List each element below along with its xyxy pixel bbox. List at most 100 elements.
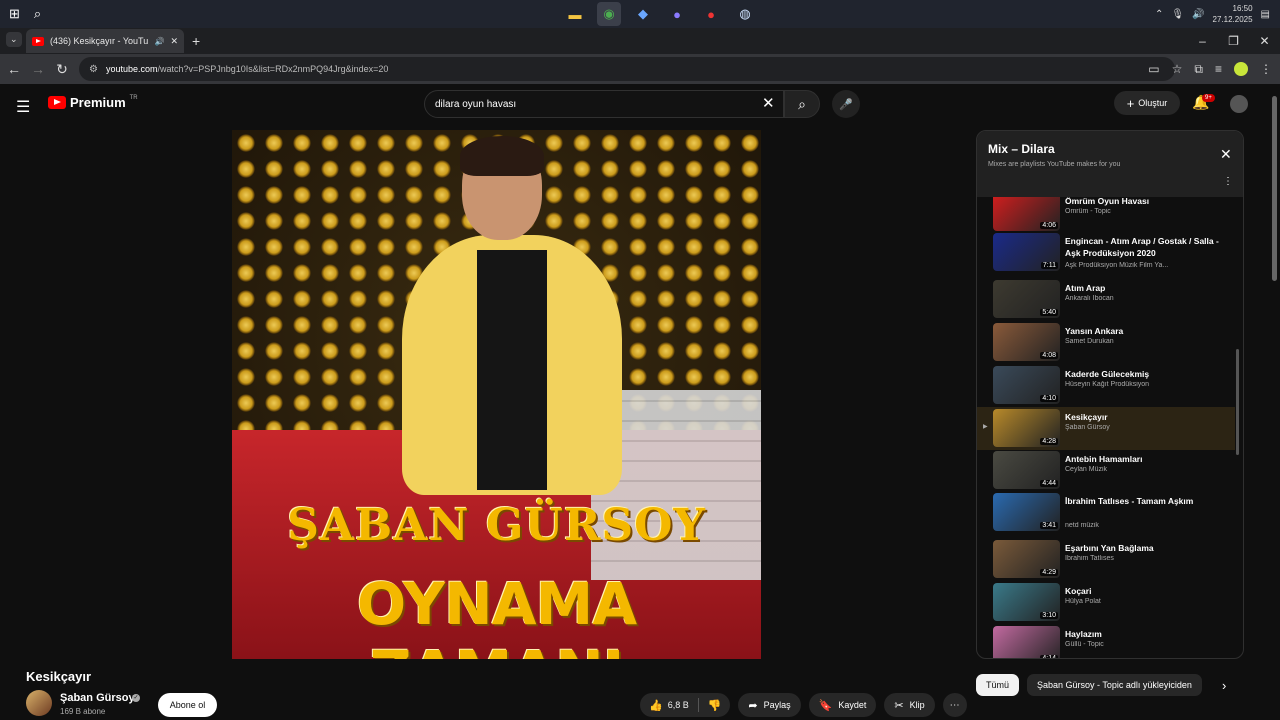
playlist-item-thumbnail[interactable]: 3:10 <box>993 583 1060 621</box>
chrome-icon[interactable]: ◉ <box>597 2 621 26</box>
microphone-icon[interactable]: 🎙 <box>1171 9 1184 20</box>
channel-name[interactable]: Şaban Gürsoy <box>60 692 135 704</box>
close-tab-icon[interactable]: ✕ <box>170 36 178 47</box>
steam-icon[interactable]: ◍ <box>733 2 757 26</box>
playlist-item[interactable]: 5:40 Atım Arap Ankaralı İbocan <box>977 278 1235 321</box>
close-playlist-icon[interactable]: ✕ <box>1220 146 1232 163</box>
site-info-icon[interactable]: ⚙ <box>89 64 98 75</box>
voice-search-button[interactable]: 🎤 <box>832 90 860 118</box>
app-icon[interactable]: ◆ <box>631 2 655 26</box>
playlist-item-thumbnail[interactable]: 4:14 <box>993 626 1060 658</box>
file-explorer-icon[interactable]: ▬ <box>563 2 587 26</box>
search-icon: ⌕ <box>798 95 806 112</box>
logo-country: TR <box>129 94 138 101</box>
back-icon[interactable]: ← <box>2 61 26 77</box>
playlist-item-thumbnail[interactable]: 3:41 <box>993 493 1060 531</box>
url-host: youtube.com <box>105 64 158 74</box>
url-path: /watch?v=PSPJnbg10Is&list=RDx2nmPQ94Jrg&… <box>157 64 389 74</box>
chevron-up-icon[interactable]: ⌃ <box>1155 9 1163 20</box>
playlist-scrollbar[interactable] <box>1236 349 1239 455</box>
cast-icon[interactable]: ▭ <box>1148 62 1159 76</box>
duration-badge: 7:11 <box>1040 262 1058 269</box>
playlist-item-thumbnail[interactable]: 4:06 <box>993 197 1060 231</box>
tab-list-icon[interactable]: ⌄ <box>6 32 22 47</box>
app-icon[interactable]: ● <box>699 2 723 26</box>
search-button[interactable]: ⌕ <box>784 90 820 118</box>
duration-badge: 3:41 <box>1040 522 1058 529</box>
forward-icon[interactable]: → <box>26 61 50 77</box>
playlist-item[interactable]: 3:10 Koçari Hülya Polat <box>977 581 1235 624</box>
speaker-icon[interactable]: 🔊 <box>154 37 164 46</box>
profile-icon[interactable] <box>1234 62 1248 76</box>
playlist-item-channel: Ceylan Müzik <box>1065 466 1108 473</box>
url-field[interactable]: ⚙ youtube.com/watch?v=PSPJnbg10Is&list=R… <box>79 57 1175 81</box>
logo-text: Premium <box>70 95 126 110</box>
playlist-menu-icon[interactable]: ⋮ <box>1223 176 1233 187</box>
playlist-item-thumbnail[interactable]: 4:44 <box>993 451 1060 489</box>
playlist-item-thumbnail[interactable]: 7:11 <box>993 233 1060 271</box>
notification-badge: 9+ <box>1202 94 1215 102</box>
tab-active[interactable]: (436) Kesikçayır - YouTube 🔊 ✕ <box>26 29 184 53</box>
playlist-item[interactable]: 4:44 Antebin Hamamları Ceylan Müzik <box>977 449 1235 492</box>
playlist-item[interactable]: 7:11 Engincan - Atım Arap / Gostak / Sall… <box>977 231 1235 274</box>
playlist-panel: Mix – Dilara Mixes are playlists YouTube… <box>976 130 1244 659</box>
playlist-item-title: Antebin Hamamları <box>1065 454 1143 464</box>
page-scrollbar[interactable] <box>1272 96 1277 281</box>
restore-icon[interactable]: ❐ <box>1218 28 1249 54</box>
playlist-item[interactable]: 3:41 İbrahim Tatlıses - Tamam Aşkım netd m… <box>977 491 1235 534</box>
playlist-item-thumbnail[interactable]: 4:29 <box>993 540 1060 578</box>
windows-start-icon[interactable]: ⊞ <box>9 6 20 22</box>
close-window-icon[interactable]: ✕ <box>1249 28 1280 54</box>
account-avatar[interactable] <box>1230 95 1248 113</box>
search-icon[interactable]: ⌕ <box>34 6 41 22</box>
new-tab-button[interactable]: + <box>192 33 200 49</box>
playlist-item[interactable]: 4:14 Haylazım Güllü - Topic <box>977 624 1235 658</box>
playlist-item-thumbnail[interactable]: 5:40 <box>993 280 1060 318</box>
youtube-logo[interactable]: Premium TR <box>48 95 138 110</box>
playlist-item-thumbnail[interactable]: 4:28 <box>993 409 1060 447</box>
create-button[interactable]: + Oluştur <box>1114 91 1180 115</box>
playlist-item[interactable]: 4:08 Yansın Ankara Samet Durukan <box>977 321 1235 364</box>
duration-badge: 4:08 <box>1040 352 1058 359</box>
menu-icon[interactable]: ☰ <box>16 97 30 117</box>
microphone-icon: 🎤 <box>839 98 853 111</box>
playlist-item[interactable]: ▶ 4:28 Kesikçayır Şaban Gürsoy <box>977 407 1235 450</box>
playlist-item[interactable]: 4:29 Eşarbını Yan Bağlama İbrahim Tatlıses <box>977 538 1235 581</box>
playlist-item-title: Koçari <box>1065 586 1092 596</box>
share-label: Paylaş <box>763 700 791 710</box>
volume-icon[interactable]: 🔊 <box>1192 9 1204 20</box>
playlist-item-title: Engincan - Atım Arap / Gostak / Salla - … <box>1065 236 1219 258</box>
share-button[interactable]: ➦ Paylaş <box>738 693 801 717</box>
video-player[interactable]: ŞABAN GÜRSOY OYNAMA ZAMANI <box>232 130 761 659</box>
subscribe-button[interactable]: Abone ol <box>158 693 217 717</box>
media-icon[interactable]: ≡ <box>1215 62 1222 76</box>
clip-button[interactable]: ✂ Klip <box>884 693 935 717</box>
app-icon[interactable]: ● <box>665 2 689 26</box>
dislike-button[interactable]: 👎 <box>699 693 731 717</box>
chip-all[interactable]: Tümü <box>976 674 1020 696</box>
extensions-icon[interactable]: ⧉ <box>1194 62 1203 77</box>
playlist-item-channel: Hüseyin Kağıt Prodüksiyon <box>1065 381 1150 388</box>
now-playing-icon: ▶ <box>983 424 988 430</box>
save-button[interactable]: 🔖 Kaydet <box>808 693 877 717</box>
chevron-right-icon[interactable]: › <box>1222 678 1226 693</box>
address-bar: ← → ↻ ⚙ youtube.com/watch?v=PSPJnbg10Is&… <box>0 54 1280 84</box>
bookmark-star-icon[interactable]: ☆ <box>1172 62 1183 76</box>
chip-uploader[interactable]: Şaban Gürsoy - Topic adlı yükleyiciden <box>1027 674 1202 696</box>
like-button[interactable]: 👍 6,8 B <box>640 693 698 717</box>
channel-avatar[interactable] <box>26 690 52 716</box>
clock[interactable]: 16:50 27.12.2025 <box>1213 3 1253 25</box>
more-actions-button[interactable]: ⋯ <box>942 693 967 717</box>
playlist-item[interactable]: 4:10 Kaderde Gülecekmiş Hüseyin Kağıt Prod… <box>977 364 1235 407</box>
notification-icon[interactable]: ▤ <box>1261 9 1270 20</box>
playlist-title[interactable]: Mix – Dilara <box>988 142 1055 156</box>
minimize-icon[interactable]: – <box>1187 28 1218 54</box>
clear-search-icon[interactable]: ✕ <box>762 94 775 112</box>
playlist-item[interactable]: 4:06 Ömrüm Oyun Havası Ömrüm - Topic <box>977 197 1235 234</box>
menu-kebab-icon[interactable]: ⋮ <box>1260 62 1272 76</box>
reload-icon[interactable]: ↻ <box>50 61 74 78</box>
playlist-item-thumbnail[interactable]: 4:08 <box>993 323 1060 361</box>
playlist-item-title: Atım Arap <box>1065 283 1106 293</box>
playlist-item-thumbnail[interactable]: 4:10 <box>993 366 1060 404</box>
search-input[interactable]: dilara oyun havası <box>424 90 784 118</box>
